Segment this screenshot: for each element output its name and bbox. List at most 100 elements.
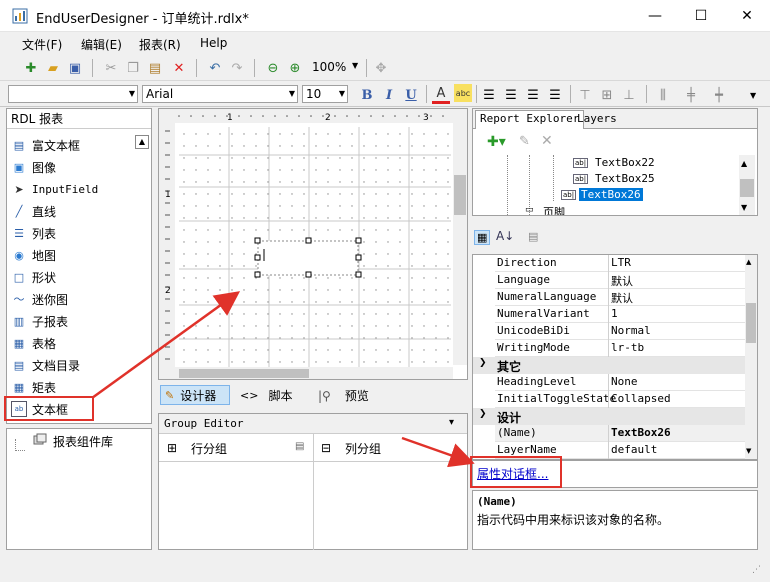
tab-layers[interactable]: Layers [577, 112, 617, 125]
tool-item[interactable]: □ 形状 [11, 267, 56, 287]
open-icon[interactable]: ▰ [44, 59, 62, 77]
tool-item[interactable]: ▦ 矩表 [11, 377, 56, 397]
size-icon[interactable]: ╪ [682, 86, 700, 104]
property-value[interactable]: LTR [611, 256, 631, 269]
redo-icon[interactable]: ↷ [228, 59, 246, 77]
property-row[interactable]: (Name) TextBox26 [495, 425, 745, 442]
align-left-icon[interactable]: ☰ [480, 86, 498, 104]
new-icon[interactable]: ✚ [22, 59, 40, 77]
property-value[interactable]: Normal [611, 324, 651, 337]
tree-item[interactable]: 页脚 [543, 204, 565, 215]
menu-help[interactable]: Help [200, 36, 227, 50]
property-row[interactable]: InitialToggleState Collapsed [495, 391, 745, 408]
justify-icon[interactable]: ☰ [546, 86, 564, 104]
props-scroll-up-icon[interactable]: ▲ [746, 258, 751, 266]
design-canvas[interactable]: 123 123 [158, 108, 468, 380]
paste-icon[interactable]: ▤ [146, 59, 164, 77]
props-scroll-down-icon[interactable]: ▼ [746, 447, 751, 455]
zoom-dropdown-icon[interactable]: ▼ [352, 61, 358, 70]
italic-button[interactable]: I [380, 86, 398, 104]
explorer-scroll-up-icon[interactable]: ▲ [741, 159, 747, 168]
close-button[interactable]: ✕ [724, 0, 770, 32]
resize-grip-icon[interactable]: ⋰ [752, 565, 761, 575]
tab-report-explorer[interactable]: Report Explorer [475, 110, 585, 129]
toolbox-scroll-up-icon[interactable]: ▲ [135, 135, 149, 149]
tool-item[interactable]: ▦ 表格 [11, 333, 56, 353]
zoom-level[interactable]: 100% [312, 60, 346, 74]
property-value[interactable]: 默认 [611, 290, 633, 306]
align-middle-icon[interactable]: ⊞ [598, 86, 616, 104]
cut-icon[interactable]: ✂ [102, 59, 120, 77]
font-combo[interactable]: Arial ▼ [142, 85, 298, 103]
property-value[interactable]: lr-tb [611, 341, 644, 354]
spacing-icon[interactable]: ┿ [710, 86, 728, 104]
property-value[interactable]: default [611, 443, 657, 456]
tab-preview[interactable]: |⚲ 预览 [318, 387, 369, 404]
collapse-icon[interactable]: ▾ [449, 417, 454, 428]
row-group-options-icon[interactable]: ▤ [295, 441, 304, 452]
underline-button[interactable]: U [402, 86, 420, 104]
distribute-icon[interactable]: ⫼ [654, 86, 672, 104]
design-surface[interactable]: 123 123 [159, 109, 467, 379]
property-row[interactable]: NumeralVariant 1 [495, 306, 745, 323]
tool-item[interactable]: 〜迷你图 [11, 289, 69, 309]
property-category[interactable]: ❯ 其它 [473, 357, 745, 374]
component-library-item[interactable]: 报表组件库 [53, 433, 113, 450]
property-row[interactable]: NumeralLanguage 默认 [495, 289, 745, 306]
menu-file[interactable]: 文件(F) [22, 36, 62, 53]
property-row[interactable]: Direction LTR [495, 255, 745, 272]
tool-item[interactable]: ▤ 富文本框 [11, 135, 80, 155]
selected-textbox[interactable] [254, 237, 362, 278]
property-value[interactable]: 1 [611, 307, 618, 320]
property-pages-icon[interactable]: ▤ [528, 230, 538, 243]
minimize-button[interactable]: — [632, 0, 678, 32]
style-combo[interactable]: ▼ [8, 85, 138, 103]
explorer-scroll-down-icon[interactable]: ▼ [741, 203, 747, 212]
tab-designer[interactable]: ✎ 设计器 [160, 385, 230, 405]
save-icon[interactable]: ▣ [66, 59, 84, 77]
zoom-in-icon[interactable]: ⊕ [286, 59, 304, 77]
tool-item[interactable]: ╱ 直线 [11, 201, 56, 221]
delete-icon[interactable]: ✕ [170, 59, 188, 77]
copy-icon[interactable]: ❐ [124, 59, 142, 77]
maximize-button[interactable]: ☐ [678, 0, 724, 32]
align-bottom-icon[interactable]: ⊥ [620, 86, 638, 104]
property-value[interactable]: 默认 [611, 273, 633, 289]
tool-item[interactable]: ▣ 图像 [11, 157, 56, 177]
bold-button[interactable]: B [358, 86, 376, 104]
tool-item[interactable]: ➤ InputField [11, 179, 98, 199]
property-value[interactable]: TextBox26 [611, 426, 671, 439]
undo-icon[interactable]: ↶ [206, 59, 224, 77]
tool-item[interactable]: ▥ 子报表 [11, 311, 68, 331]
tab-script[interactable]: <> 脚本 [240, 387, 292, 404]
edit-icon[interactable]: ✎ [519, 134, 530, 149]
categorized-icon[interactable]: ▦ [474, 230, 491, 245]
align-top-icon[interactable]: ⊤ [576, 86, 594, 104]
zoom-out-icon[interactable]: ⊖ [264, 59, 282, 77]
tree-item-selected[interactable]: TextBox26 [579, 188, 643, 201]
menu-report[interactable]: 报表(R) [139, 36, 181, 53]
property-category[interactable]: ❯ 设计 [473, 408, 745, 425]
tool-item[interactable]: ◉ 地图 [11, 245, 56, 265]
menu-edit[interactable]: 编辑(E) [81, 36, 122, 53]
property-row[interactable]: WritingMode lr-tb [495, 340, 745, 357]
property-value[interactable]: None [611, 375, 638, 388]
property-row[interactable]: Language 默认 [495, 272, 745, 289]
toolbar-overflow-icon[interactable]: ▼ [750, 91, 756, 100]
tree-item[interactable]: TextBox22 [595, 156, 655, 169]
tool-item[interactable]: ▤ 文档目录 [11, 355, 80, 375]
remove-icon[interactable]: ✕ [541, 133, 553, 149]
highlight-button[interactable]: abc [454, 84, 472, 102]
add-icon[interactable]: ✚▾ [487, 134, 506, 150]
align-center-icon[interactable]: ☰ [502, 86, 520, 104]
property-row[interactable]: UnicodeBiDi Normal [495, 323, 745, 340]
align-right-icon[interactable]: ☰ [524, 86, 542, 104]
font-size-combo[interactable]: 10 ▼ [302, 85, 348, 103]
sort-alpha-icon[interactable]: A↓ [496, 229, 514, 243]
font-color-button[interactable]: A [432, 86, 450, 104]
tool-item[interactable]: ☰ 列表 [11, 223, 56, 243]
property-row[interactable]: HeadingLevel None [495, 374, 745, 391]
fit-icon[interactable]: ✥ [372, 59, 390, 77]
property-value[interactable]: Collapsed [611, 392, 671, 405]
tree-item[interactable]: TextBox25 [595, 172, 655, 185]
